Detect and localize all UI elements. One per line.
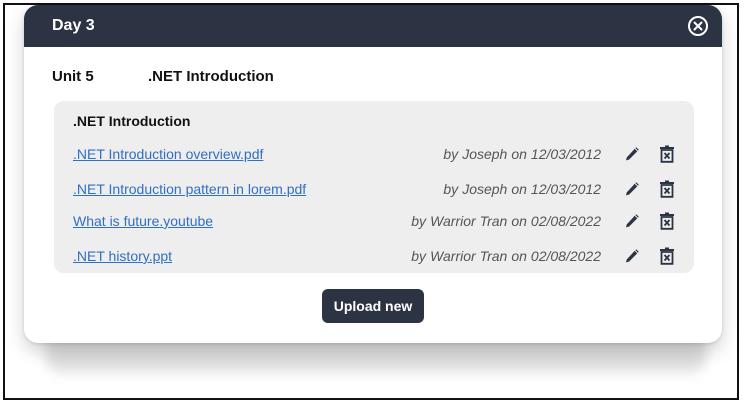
trash-icon — [660, 180, 674, 198]
close-circle-icon — [693, 21, 703, 31]
meta-on: on — [511, 248, 527, 264]
delete-button[interactable] — [658, 180, 676, 198]
file-link[interactable]: .NET history.ppt — [73, 248, 172, 264]
pencil-icon — [626, 249, 639, 263]
meta-date: 12/03/2012 — [530, 146, 601, 162]
modal-header: Day 3 — [24, 5, 722, 47]
meta-date: 12/03/2012 — [530, 181, 601, 197]
unit-header: Unit 5 .NET Introduction — [24, 66, 722, 86]
file-meta: by Warrior Tran on 02/08/2022 — [411, 248, 605, 264]
delete-button[interactable] — [658, 247, 676, 265]
unit-name: .NET Introduction — [148, 67, 274, 85]
file-row: .NET Introduction pattern in lorem.pdf b… — [73, 179, 676, 199]
edit-button[interactable] — [623, 145, 641, 163]
meta-by: by — [411, 213, 427, 229]
meta-by: by — [443, 181, 459, 197]
file-meta: by Warrior Tran on 02/08/2022 — [411, 213, 605, 229]
file-meta: by Joseph on 12/03/2012 — [443, 181, 605, 197]
delete-button[interactable] — [658, 212, 676, 230]
file-row: .NET Introduction overview.pdf by Joseph… — [73, 144, 676, 164]
trash-icon — [660, 212, 674, 230]
file-meta: by Joseph on 12/03/2012 — [443, 146, 605, 162]
pencil-icon — [626, 182, 639, 196]
file-row: .NET history.ppt by Warrior Tran on 02/0… — [73, 246, 676, 266]
file-link[interactable]: What is future.youtube — [73, 213, 213, 229]
modal-title: Day 3 — [52, 17, 95, 34]
meta-author: Warrior Tran — [430, 248, 508, 264]
meta-by: by — [443, 146, 459, 162]
meta-on: on — [511, 213, 527, 229]
close-button[interactable] — [688, 16, 708, 36]
day-modal: Day 3 Unit 5 .NET Introduction .NET Intr… — [24, 5, 722, 343]
meta-author: Warrior Tran — [430, 213, 508, 229]
edit-button[interactable] — [623, 180, 641, 198]
meta-by: by — [411, 248, 427, 264]
pencil-icon — [626, 147, 639, 161]
trash-icon — [660, 247, 674, 265]
meta-author: Joseph — [462, 181, 508, 197]
delete-button[interactable] — [658, 145, 676, 163]
meta-author: Joseph — [462, 146, 508, 162]
file-row: What is future.youtube by Warrior Tran o… — [73, 211, 676, 231]
meta-on: on — [511, 181, 527, 197]
edit-button[interactable] — [623, 247, 641, 265]
file-link[interactable]: .NET Introduction pattern in lorem.pdf — [73, 181, 306, 197]
file-link[interactable]: .NET Introduction overview.pdf — [73, 146, 263, 162]
pencil-icon — [626, 214, 639, 228]
unit-label: Unit 5 — [52, 67, 94, 85]
section-title: .NET Introduction — [73, 113, 191, 129]
edit-button[interactable] — [623, 212, 641, 230]
materials-panel: .NET Introduction .NET Introduction over… — [54, 101, 694, 273]
meta-date: 02/08/2022 — [530, 248, 601, 264]
upload-new-button[interactable]: Upload new — [322, 289, 424, 323]
meta-date: 02/08/2022 — [530, 213, 601, 229]
trash-icon — [660, 145, 674, 163]
meta-on: on — [511, 146, 527, 162]
